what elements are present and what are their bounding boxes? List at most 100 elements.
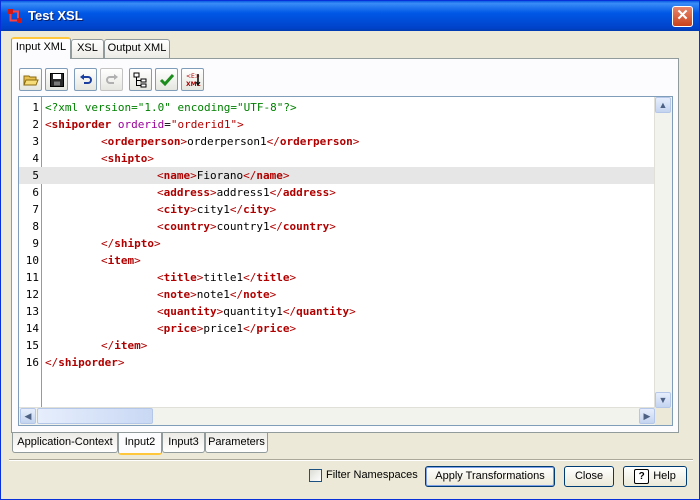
code-token: note bbox=[163, 288, 191, 301]
code-line[interactable]: 16 </shiporder> bbox=[19, 354, 656, 371]
code-token: > bbox=[349, 305, 356, 318]
window-title: Test XSL bbox=[28, 8, 83, 23]
code-token: </ bbox=[266, 135, 280, 148]
line-number: 4 bbox=[32, 152, 39, 165]
code-line[interactable]: 14 <price>price1</price> bbox=[19, 320, 656, 337]
code-token: "orderid1" bbox=[170, 118, 238, 131]
code-line[interactable]: 7 <city>city1</city> bbox=[19, 201, 656, 218]
code-token: > bbox=[154, 237, 161, 250]
input-xml-panel: <E> XML 1 <?xml version="1.0" encoding="U… bbox=[11, 58, 679, 433]
code-token: </ bbox=[101, 237, 115, 250]
line-number: 14 bbox=[25, 322, 39, 335]
line-number: 3 bbox=[32, 135, 39, 148]
code-line[interactable]: 15 </item> bbox=[19, 337, 656, 354]
redo-button[interactable] bbox=[100, 68, 123, 91]
code-text: <orderperson>orderperson1</orderperson> bbox=[101, 133, 359, 150]
code-token: address1 bbox=[216, 186, 270, 199]
horizontal-scrollbar[interactable]: ◀ ▶ bbox=[19, 407, 656, 425]
code-token: title bbox=[256, 271, 290, 284]
code-text: <city>city1</city> bbox=[157, 201, 276, 218]
code-token: > bbox=[190, 288, 197, 301]
code-token: > bbox=[209, 186, 217, 199]
code-token: name bbox=[163, 169, 191, 182]
code-token: country bbox=[282, 220, 330, 233]
scroll-right-button[interactable]: ▶ bbox=[639, 408, 655, 424]
line-number: 8 bbox=[32, 220, 39, 233]
code-line[interactable]: 8 <country>country1</country> bbox=[19, 218, 656, 235]
code-text: </item> bbox=[101, 337, 147, 354]
code-token: > bbox=[190, 169, 197, 182]
tab-output-xml[interactable]: Output XML bbox=[104, 39, 170, 58]
filter-namespaces-checkbox[interactable] bbox=[309, 469, 322, 482]
code-line[interactable]: 2 <shiporder orderid="orderid1"> bbox=[19, 116, 656, 133]
apply-transformations-button[interactable]: Apply Transformations bbox=[425, 466, 555, 487]
close-window-button[interactable]: ✕ bbox=[672, 6, 693, 27]
code-token: < bbox=[157, 271, 164, 284]
code-token: shipto bbox=[107, 152, 148, 165]
filter-namespaces-label[interactable]: Filter Namespaces bbox=[326, 469, 418, 481]
code-line[interactable]: 11 <title>title1</title> bbox=[19, 269, 656, 286]
save-button[interactable] bbox=[45, 68, 68, 91]
code-token: </ bbox=[269, 220, 283, 233]
code-line[interactable]: 4 <shipto> bbox=[19, 150, 656, 167]
tab-input-xml[interactable]: Input XML bbox=[11, 37, 71, 59]
code-token: > bbox=[117, 356, 125, 369]
scroll-up-button[interactable]: ▲ bbox=[655, 97, 671, 113]
code-token: shipto bbox=[114, 237, 154, 250]
code-token: address bbox=[282, 186, 330, 199]
open-button[interactable] bbox=[19, 68, 42, 91]
close-button[interactable]: Close bbox=[564, 466, 614, 487]
tab-application-context[interactable]: Application-Context bbox=[12, 433, 118, 453]
code-token: note1 bbox=[196, 288, 230, 301]
code-token: > bbox=[289, 271, 297, 284]
tab-input3[interactable]: Input3 bbox=[162, 433, 205, 453]
validate-check-icon bbox=[159, 74, 175, 87]
code-line[interactable]: 13 <quantity>quantity1</quantity> bbox=[19, 303, 656, 320]
code-token: name bbox=[256, 169, 283, 182]
scroll-left-button[interactable]: ◀ bbox=[20, 408, 36, 424]
tab-xsl[interactable]: XSL bbox=[71, 39, 104, 58]
code-line[interactable]: 9 </shipto> bbox=[19, 235, 656, 252]
help-button[interactable]: ? Help bbox=[623, 466, 687, 487]
line-number: 1 bbox=[32, 101, 39, 114]
title-bar[interactable]: Test XSL ✕ bbox=[1, 1, 699, 31]
code-text: </shipto> bbox=[101, 235, 161, 252]
xml-transform-icon: <E> XML bbox=[186, 73, 201, 88]
xml-editor[interactable]: 1 <?xml version="1.0" encoding="UTF-8"?> 2… bbox=[18, 96, 673, 426]
tab-input2[interactable]: Input2 bbox=[118, 433, 162, 455]
validate-button[interactable] bbox=[155, 68, 178, 91]
code-token: orderid bbox=[117, 118, 165, 131]
code-line[interactable]: 6 <address>address1</address> bbox=[19, 184, 656, 201]
code-line[interactable]: 10 <item> bbox=[19, 252, 656, 269]
tree-view-button[interactable] bbox=[129, 68, 152, 91]
line-number: 5 bbox=[32, 169, 39, 182]
vertical-scrollbar[interactable]: ▲ ▼ bbox=[654, 97, 672, 409]
code-line[interactable]: 1 <?xml version="1.0" encoding="UTF-8"?> bbox=[19, 99, 656, 116]
code-line[interactable]: 3 <orderperson>orderperson1</orderperson> bbox=[19, 133, 656, 150]
code-token: price1 bbox=[203, 322, 244, 335]
code-lines[interactable]: 1 <?xml version="1.0" encoding="UTF-8"?> 2… bbox=[19, 99, 656, 371]
code-line[interactable]: 12 <note>note1</note> bbox=[19, 286, 656, 303]
code-token: </ bbox=[243, 322, 257, 335]
code-text: <note>note1</note> bbox=[157, 286, 276, 303]
code-line[interactable]: 5 <name>Fiorano</name> bbox=[19, 167, 656, 184]
code-text: <item> bbox=[101, 252, 141, 269]
code-text: <shiporder orderid="orderid1"> bbox=[45, 116, 244, 133]
xml-transform-button[interactable]: <E> XML bbox=[181, 68, 204, 91]
code-token: > bbox=[269, 203, 277, 216]
code-token: < bbox=[157, 169, 164, 182]
code-token: item bbox=[107, 254, 135, 267]
undo-button[interactable] bbox=[74, 68, 97, 91]
code-token: < bbox=[157, 220, 164, 233]
code-token: </ bbox=[269, 186, 283, 199]
code-token: price bbox=[163, 322, 197, 335]
line-number: 13 bbox=[25, 305, 39, 318]
code-token: quantity bbox=[163, 305, 217, 318]
horizontal-scroll-thumb[interactable] bbox=[37, 408, 153, 424]
code-token: </ bbox=[45, 356, 59, 369]
code-token: Fiorano bbox=[196, 169, 244, 182]
tab-parameters[interactable]: Parameters bbox=[205, 433, 268, 453]
scroll-down-button[interactable]: ▼ bbox=[655, 392, 671, 408]
code-token: </ bbox=[229, 203, 244, 216]
